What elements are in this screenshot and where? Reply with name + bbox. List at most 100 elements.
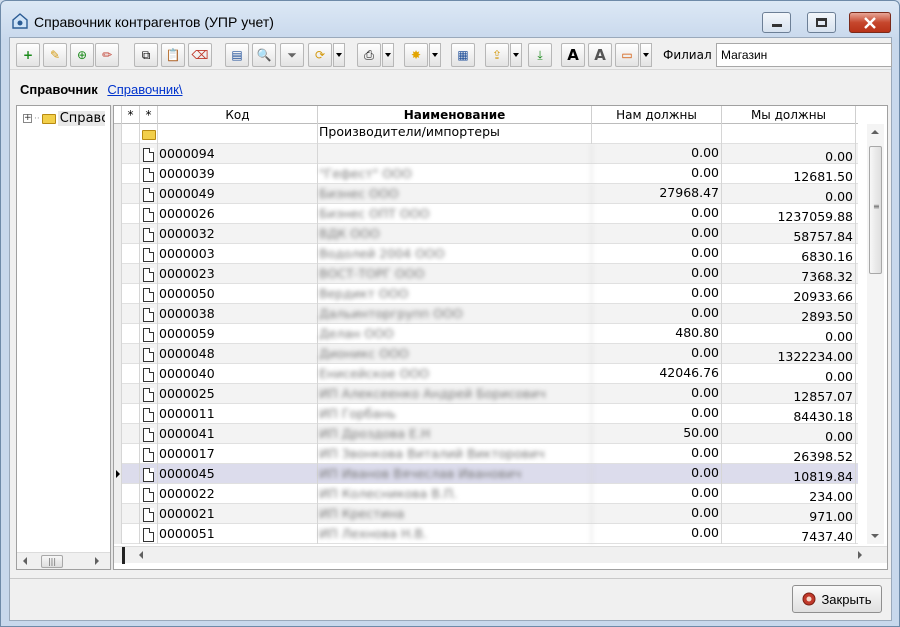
header-star2[interactable]: * [140, 106, 158, 124]
add-button[interactable]: + [16, 43, 40, 67]
tree-root-node[interactable]: + ·· Справочник [23, 111, 105, 126]
table-row[interactable]: 0000049 Бизнес ООО 27968.47 0.00 [114, 184, 858, 204]
star-dropdown[interactable] [429, 43, 441, 67]
scroll-left-icon[interactable] [139, 551, 143, 559]
title-bar[interactable]: Справочник контрагентов (УПР учет) [1, 1, 899, 37]
import-button[interactable]: ⤓ [528, 43, 552, 67]
scroll-right-icon[interactable] [95, 557, 99, 565]
scroll-down-icon[interactable] [871, 534, 879, 538]
table-row[interactable]: 0000041 ИП Дроздова Е.Н 50.00 0.00 [114, 424, 858, 444]
close-window-button[interactable] [849, 12, 891, 33]
print-dropdown[interactable] [382, 43, 394, 67]
export-dropdown[interactable] [510, 43, 522, 67]
table-row[interactable]: 0000059 Делан ООО 480.80 0.00 [114, 324, 858, 344]
group-row[interactable]: Производители/импортеры [114, 124, 858, 144]
table-row[interactable]: 0000038 Дальинторгрупп ООО 0.00 2893.50 [114, 304, 858, 324]
layout-dropdown[interactable] [640, 43, 652, 67]
maximize-button[interactable] [807, 12, 836, 33]
we-owe-cell: 2893.50 [722, 304, 856, 324]
header-star1[interactable]: * [122, 106, 140, 124]
table-row[interactable]: 0000026 Бизнес ОПТ ООО 0.00 1237059.88 [114, 204, 858, 224]
document-icon [143, 427, 154, 442]
table-row[interactable]: 0000011 ИП Горбань 0.00 84430.18 [114, 404, 858, 424]
delete-button[interactable]: ⌫ [188, 43, 212, 67]
tree-root-label: Справочник [57, 111, 105, 126]
owed-to-us-cell: 0.00 [592, 384, 722, 404]
name-cell: Бизнес ОПТ ООО [318, 204, 592, 224]
document-icon [143, 167, 154, 182]
row-icon-cell [140, 324, 158, 344]
table-button[interactable]: ▤ [225, 43, 249, 67]
vertical-scroll-thumb[interactable]: ≡ [869, 146, 882, 274]
document-icon [143, 367, 154, 382]
font-bold-button[interactable]: A [561, 43, 585, 67]
minimize-icon [771, 24, 782, 27]
minimize-button[interactable] [762, 12, 791, 33]
table-row[interactable]: 0000094 0.00 0.00 [114, 144, 858, 164]
name-cell [318, 144, 592, 164]
table-row[interactable]: 0000040 Енисейское ООО 42046.76 0.00 [114, 364, 858, 384]
filter-button[interactable]: ⏷ [280, 43, 304, 67]
owed-to-us-cell: 0.00 [592, 484, 722, 504]
grid-vertical-scrollbar[interactable]: ≡ [867, 124, 884, 544]
find-button[interactable]: 🔍 [252, 43, 276, 67]
owed-to-us-cell: 0.00 [592, 144, 722, 164]
tree-horizontal-scrollbar[interactable]: ||| [17, 552, 110, 569]
table-row[interactable]: 0000017 ИП Звонкова Виталий Викторович 0.0… [114, 444, 858, 464]
layout-button[interactable]: ▭ [615, 43, 639, 67]
pencil-button[interactable]: ✏ [95, 43, 119, 67]
table-row[interactable]: 0000039 "Гефест" ООО 0.00 12681.50 [114, 164, 858, 184]
star-button[interactable]: ✸ [404, 43, 428, 67]
breadcrumb-link[interactable]: Справочник\ [107, 82, 182, 97]
expand-icon[interactable]: + [23, 114, 32, 123]
table-row[interactable]: 0000045 ИП Иванов Вячеслав Иванович 0.00 10… [114, 464, 858, 484]
name-cell: ВДК ООО [318, 224, 592, 244]
header-we-owe[interactable]: Мы должны [722, 106, 856, 124]
row-indicator [114, 424, 122, 444]
copy-button[interactable]: ⧉ [134, 43, 158, 67]
table-row[interactable]: 0000032 ВДК ООО 0.00 58757.84 [114, 224, 858, 244]
code-cell: 0000049 [158, 184, 318, 204]
name-cell: ИП Звонкова Виталий Викторович [318, 444, 592, 464]
grid-horizontal-scrollbar[interactable] [114, 546, 887, 564]
breadcrumb: Справочник Справочник\ [20, 82, 182, 97]
table-row[interactable]: 0000025 ИП Алексеенко Андрей Борисович 0.0… [114, 384, 858, 404]
font-outline-button[interactable]: A [588, 43, 612, 67]
print-button[interactable]: ⎙ [357, 43, 381, 67]
scroll-right-icon[interactable] [858, 551, 862, 559]
table-row[interactable]: 0000048 Дионикс ООО 0.00 1322234.00 [114, 344, 858, 364]
name-cell: ИП Лехнова Н.В. [318, 524, 592, 544]
row-icon-cell [140, 364, 158, 384]
table-row[interactable]: 0000003 Водолей 2004 ООО 0.00 6830.16 [114, 244, 858, 264]
table-row[interactable]: 0000050 Вердикт ООО 0.00 20933.66 [114, 284, 858, 304]
row-star1 [122, 344, 140, 364]
table-row[interactable]: 0000023 ВОСТ-ТОРГ ООО 0.00 7368.32 [114, 264, 858, 284]
table-row[interactable]: 0000051 ИП Лехнова Н.В. 0.00 7437.40 [114, 524, 858, 544]
header-name[interactable]: Наименование [318, 106, 592, 124]
grid-rows: Производители/импортеры 0000094 0.00 0.00 0… [114, 124, 858, 544]
owed-to-us-cell: 27968.47 [592, 184, 722, 204]
scroll-left-icon[interactable] [23, 557, 27, 565]
table-row[interactable]: 0000021 ИП Крестина 0.00 971.00 [114, 504, 858, 524]
edit-button[interactable]: ✎ [43, 43, 67, 67]
scroll-up-icon[interactable] [871, 130, 879, 134]
owed-to-us-cell: 0.00 [592, 264, 722, 284]
filial-field[interactable]: Магазин [716, 43, 892, 67]
table-row[interactable]: 0000022 ИП Колесникова В.П. 0.00 234.00 [114, 484, 858, 504]
scroll-thumb[interactable]: ||| [41, 554, 63, 568]
paste-button[interactable]: 📋 [161, 43, 185, 67]
add-group-button[interactable]: ⊕ [70, 43, 94, 67]
row-star1 [122, 244, 140, 264]
close-button[interactable]: Закрыть [792, 585, 882, 613]
report-button[interactable]: ▦ [451, 43, 475, 67]
header-owed-to-us[interactable]: Нам должны [592, 106, 722, 124]
export-button[interactable]: ⇪ [485, 43, 509, 67]
row-star1 [122, 304, 140, 324]
row-indicator [114, 224, 122, 244]
refresh-dropdown[interactable] [333, 43, 345, 67]
row-icon-cell [140, 144, 158, 164]
we-owe-cell: 12681.50 [722, 164, 856, 184]
refresh-button[interactable]: ⟳ [308, 43, 332, 67]
edit-icon: ✎ [49, 48, 61, 62]
header-code[interactable]: Код [158, 106, 318, 124]
